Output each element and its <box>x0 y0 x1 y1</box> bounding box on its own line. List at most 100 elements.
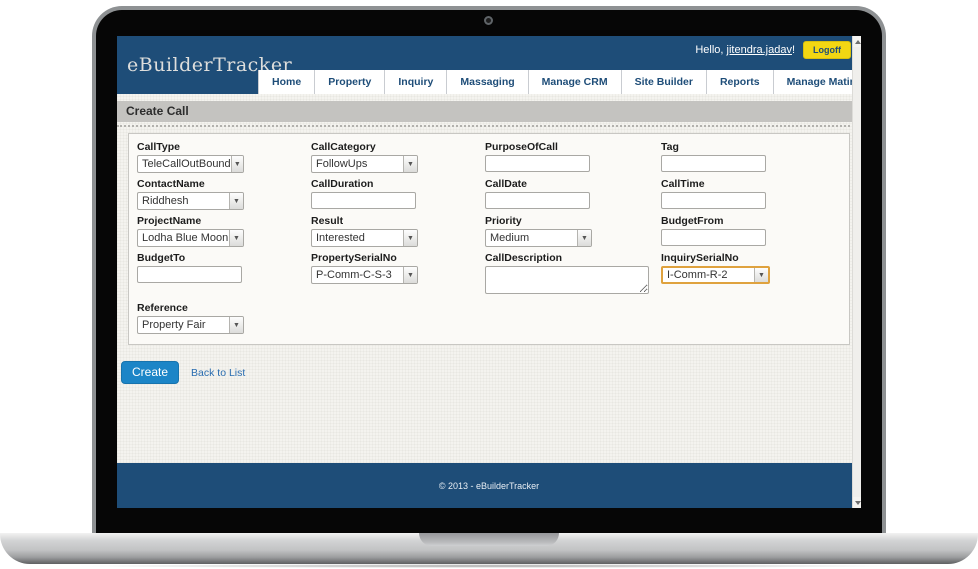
call-description-textarea[interactable] <box>485 266 649 294</box>
inquiry-serial-no-label: InquirySerialNo <box>661 252 841 264</box>
call-category-select-value: FollowUps <box>312 158 403 170</box>
create-call-form: CallType TeleCallOutBound ▼ CallCategory… <box>128 133 850 345</box>
priority-label: Priority <box>485 215 661 227</box>
nav-tab-reports[interactable]: Reports <box>707 70 774 94</box>
chevron-down-icon: ▼ <box>229 193 243 209</box>
create-button[interactable]: Create <box>121 361 179 384</box>
nav-tab-manage-crm[interactable]: Manage CRM <box>529 70 622 94</box>
chevron-down-icon: ▼ <box>577 230 591 246</box>
nav-tab-manage-matirial[interactable]: Manage Matirial <box>774 70 861 94</box>
project-name-select[interactable]: Lodha Blue Moon ▼ <box>137 229 244 247</box>
call-category-label: CallCategory <box>311 141 485 153</box>
field-inquiry-serial-no: InquirySerialNo I-Comm-R-2 ▼ <box>661 250 841 297</box>
purpose-of-call-label: PurposeOfCall <box>485 141 661 153</box>
result-label: Result <box>311 215 485 227</box>
chevron-down-icon: ▼ <box>403 156 417 172</box>
field-call-type: CallType TeleCallOutBound ▼ <box>137 139 311 173</box>
property-serial-no-label: PropertySerialNo <box>311 252 485 264</box>
inquiry-serial-no-select-value: I-Comm-R-2 <box>663 269 754 281</box>
contact-name-select[interactable]: Riddhesh ▼ <box>137 192 244 210</box>
call-time-label: CallTime <box>661 178 841 190</box>
call-time-input[interactable] <box>661 192 766 209</box>
scroll-down-button[interactable] <box>853 497 861 508</box>
field-project-name: ProjectName Lodha Blue Moon ▼ <box>137 213 311 247</box>
call-date-label: CallDate <box>485 178 661 190</box>
nav-tabs: Home Property Inquiry Massaging Manage C… <box>258 70 861 94</box>
nav-tab-inquiry[interactable]: Inquiry <box>385 70 447 94</box>
call-type-select-value: TeleCallOutBound <box>138 158 231 170</box>
call-date-input[interactable] <box>485 192 590 209</box>
budget-to-label: BudgetTo <box>137 252 311 264</box>
field-priority: Priority Medium ▼ <box>485 213 661 247</box>
call-type-label: CallType <box>137 141 311 153</box>
property-serial-no-select-value: P-Comm-C-S-3 <box>312 269 403 281</box>
tag-label: Tag <box>661 141 841 153</box>
greeting-suffix: ! <box>792 44 795 56</box>
field-tag: Tag <box>661 139 841 173</box>
property-serial-no-select[interactable]: P-Comm-C-S-3 ▼ <box>311 266 418 284</box>
field-result: Result Interested ▼ <box>311 213 485 247</box>
tag-input[interactable] <box>661 155 766 172</box>
laptop-base-shadow <box>70 564 908 568</box>
copyright-text: © 2013 - eBuilderTracker <box>439 481 539 491</box>
call-duration-input[interactable] <box>311 192 416 209</box>
browser-viewport: Hello, jitendra.jadav! Logoff eBuilderTr… <box>117 36 861 508</box>
page-title: Create Call <box>117 101 861 122</box>
field-call-date: CallDate <box>485 176 661 210</box>
reference-label: Reference <box>137 302 311 314</box>
field-purpose-of-call: PurposeOfCall <box>485 139 661 173</box>
call-type-select[interactable]: TeleCallOutBound ▼ <box>137 155 244 173</box>
chevron-down-icon: ▼ <box>231 156 243 172</box>
nav-tab-site-builder[interactable]: Site Builder <box>622 70 707 94</box>
nav-tab-property[interactable]: Property <box>315 70 385 94</box>
nav-tab-home[interactable]: Home <box>258 70 315 94</box>
call-category-select[interactable]: FollowUps ▼ <box>311 155 418 173</box>
purpose-of-call-input[interactable] <box>485 155 590 172</box>
priority-select[interactable]: Medium ▼ <box>485 229 592 247</box>
chevron-down-icon: ▼ <box>754 268 768 282</box>
field-property-serial-no: PropertySerialNo P-Comm-C-S-3 ▼ <box>311 250 485 297</box>
result-select[interactable]: Interested ▼ <box>311 229 418 247</box>
dotted-separator <box>117 125 861 127</box>
field-budget-from: BudgetFrom <box>661 213 841 247</box>
chevron-up-icon <box>855 40 861 44</box>
webcam-icon <box>484 16 493 25</box>
vertical-scrollbar[interactable] <box>852 36 861 508</box>
budget-to-input[interactable] <box>137 266 242 283</box>
form-grid: CallType TeleCallOutBound ▼ CallCategory… <box>137 139 841 334</box>
project-name-select-value: Lodha Blue Moon <box>138 232 229 244</box>
contact-name-label: ContactName <box>137 178 311 190</box>
nav-tab-massaging[interactable]: Massaging <box>447 70 528 94</box>
chevron-down-icon: ▼ <box>229 317 243 333</box>
laptop-base <box>0 533 978 564</box>
reference-select-value: Property Fair <box>138 319 229 331</box>
greeting-prefix: Hello, <box>695 44 726 56</box>
result-select-value: Interested <box>312 232 403 244</box>
greeting-text: Hello, jitendra.jadav! <box>695 44 795 56</box>
call-duration-label: CallDuration <box>311 178 485 190</box>
username-link[interactable]: jitendra.jadav <box>727 44 792 56</box>
field-call-duration: CallDuration <box>311 176 485 210</box>
logoff-button[interactable]: Logoff <box>803 41 851 59</box>
chevron-down-icon: ▼ <box>403 267 417 283</box>
budget-from-label: BudgetFrom <box>661 215 841 227</box>
back-to-list-link[interactable]: Back to List <box>191 367 245 379</box>
inquiry-serial-no-select[interactable]: I-Comm-R-2 ▼ <box>661 266 770 284</box>
contact-name-select-value: Riddhesh <box>138 195 229 207</box>
chevron-down-icon: ▼ <box>229 230 243 246</box>
field-contact-name: ContactName Riddhesh ▼ <box>137 176 311 210</box>
field-call-time: CallTime <box>661 176 841 210</box>
chevron-down-icon: ▼ <box>403 230 417 246</box>
site-header: Hello, jitendra.jadav! Logoff eBuilderTr… <box>117 36 861 94</box>
hello-bar: Hello, jitendra.jadav! Logoff <box>695 41 851 59</box>
chevron-down-icon <box>855 501 861 505</box>
form-actions: Create Back to List <box>121 361 861 384</box>
budget-from-input[interactable] <box>661 229 766 246</box>
field-call-description: CallDescription <box>485 250 661 297</box>
field-budget-to: BudgetTo <box>137 250 311 297</box>
laptop-mockup: Hello, jitendra.jadav! Logoff eBuilderTr… <box>0 0 978 569</box>
project-name-label: ProjectName <box>137 215 311 227</box>
reference-select[interactable]: Property Fair ▼ <box>137 316 244 334</box>
call-description-label: CallDescription <box>485 252 661 264</box>
scroll-up-button[interactable] <box>853 36 861 47</box>
